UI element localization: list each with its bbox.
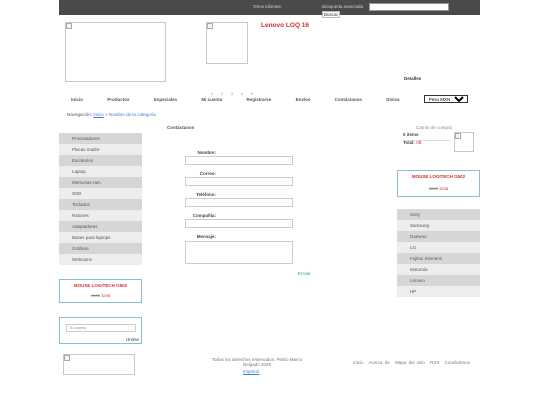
brand-item-daewoo[interactable]: Daewoo [397, 231, 480, 242]
sidebar-item-teclados[interactable]: Teclados [59, 199, 142, 210]
promo-new-price: 320$ [439, 186, 449, 191]
promo-new-price: 320$ [101, 293, 111, 298]
broken-image-icon [455, 133, 461, 139]
footer-link-acerca-de[interactable]: Acerca de [369, 360, 390, 365]
message-textarea[interactable] [185, 241, 293, 264]
footer-link-rss[interactable]: RSS [430, 360, 439, 365]
main-nav: Inicio Productos Especiales Mi cuenta Re… [59, 94, 480, 104]
brands-sidebar: Sony Samsung Daewoo LG Fujitsu Siemens M… [397, 209, 480, 297]
nav-item-inicio[interactable]: Inicio [71, 97, 83, 102]
sidebar-item-adaptadores[interactable]: Adaptadores [59, 221, 142, 232]
footer-link-mapa-sitio[interactable]: Mapa del sitio [395, 360, 425, 365]
company-field[interactable] [185, 219, 293, 228]
cart-image[interactable] [454, 132, 474, 152]
newsletter-join-button[interactable]: Unirse [126, 337, 139, 342]
promo-box-left[interactable]: MOUSE LOGITECH G502 450$ 320$ [59, 279, 142, 303]
name-field[interactable] [185, 156, 293, 165]
brand-item-hp[interactable]: HP [397, 286, 480, 297]
top-bar: Otros idiomas: Búsqueda avanzada Buscar [59, 0, 480, 18]
message-label: Mensaje: [196, 234, 216, 239]
company-label: Compañía: [192, 213, 216, 218]
cart-title: Carrito de compra [416, 125, 453, 130]
promo-old-price: 450$ [428, 186, 438, 191]
breadcrumb-label: Navegación: [67, 112, 93, 117]
brand-item-fujitsu-siemens[interactable]: Fujitsu Siemens [397, 253, 480, 264]
phone-label: Teléfono: [196, 192, 216, 197]
nav-item-especiales[interactable]: Especiales [154, 97, 177, 102]
broken-image-icon [207, 23, 213, 29]
sidebar-item-placas-madre[interactable]: Placas madre [59, 144, 142, 155]
footer-link-inicio[interactable]: Inicio [353, 360, 364, 365]
nav-item-envios[interactable]: Envíos [296, 97, 311, 102]
breadcrumb-current[interactable]: Nombre de la categoría [109, 112, 156, 117]
promo-title[interactable]: MOUSE LOGITECH G502 [398, 174, 479, 179]
brand-item-motorola[interactable]: Motorola [397, 264, 480, 275]
footer-copyright: Todos los derechos reservados. Pedro Mar… [211, 357, 303, 367]
category-sidebar: Procesadores Placas madre Escritorios La… [59, 133, 142, 265]
brand-item-sony[interactable]: Sony [397, 209, 480, 220]
sidebar-item-laptop[interactable]: Laptop [59, 166, 142, 177]
sidebar-item-memorias-ram[interactable]: Memorias ram [59, 177, 142, 188]
cart-total-label: Total: [403, 140, 415, 145]
advanced-search-link[interactable]: Búsqueda avanzada [322, 4, 363, 9]
search-input[interactable] [369, 3, 449, 11]
logo-image [65, 22, 166, 82]
sidebar-item-graficas[interactable]: Gráficas [59, 243, 142, 254]
breadcrumb-home-link[interactable]: Inicio [93, 112, 104, 117]
promo-prices: 450$ 320$ [60, 293, 141, 299]
nav-item-divisa[interactable]: Divisa [386, 97, 399, 102]
sidebar-item-ratones[interactable]: Ratones [59, 210, 142, 221]
newsletter-box: Tu correo Unirse [59, 317, 142, 344]
broken-image-icon [66, 23, 72, 29]
promo-title[interactable]: MOUSE LOGITECH G502 [60, 283, 141, 288]
email-field[interactable] [185, 177, 293, 186]
language-links[interactable]: Otros idiomas: [253, 4, 282, 9]
cart-total: Total: 0$ [403, 140, 421, 145]
broken-image-icon [64, 355, 70, 361]
name-label: Nombre: [197, 150, 216, 155]
sidebar-item-escritorios[interactable]: Escritorios [59, 155, 142, 166]
product-title: Lenovo LOQ 16 [261, 22, 310, 29]
contact-form-title: Contáctanos [167, 125, 195, 130]
product-image[interactable] [206, 22, 248, 64]
nav-item-mi-cuenta[interactable]: Mi cuenta [201, 97, 222, 102]
nav-item-registrarse[interactable]: Registrarse [246, 97, 271, 102]
footer-link-contactenos[interactable]: Contáctenos [445, 360, 470, 365]
breadcrumb-separator: » [105, 112, 108, 117]
nav-item-contactanos[interactable]: Contáctanos [335, 97, 362, 102]
brand-item-samsung[interactable]: Samsung [397, 220, 480, 231]
sidebar-item-webcams[interactable]: Webcams [59, 254, 142, 265]
nav-item-productos[interactable]: Productos [107, 97, 129, 102]
footer-print-button[interactable]: Imprimir [243, 369, 259, 374]
promo-prices: 450$ 320$ [398, 186, 479, 192]
cart-items-count: 0 items [403, 132, 419, 137]
sidebar-item-bases-laptops[interactable]: Bases para laptops [59, 232, 142, 243]
brand-item-lenovo[interactable]: Lenovo [397, 275, 480, 286]
cart-total-value: 0$ [416, 140, 422, 145]
sidebar-item-ssd[interactable]: SSD [59, 188, 142, 199]
currency-select[interactable]: Peso MXN [423, 95, 468, 103]
email-label: Correo: [199, 171, 216, 176]
breadcrumb: Navegación: Inicio » Nombre de la catego… [67, 112, 156, 117]
phone-field[interactable] [185, 198, 293, 207]
details-link[interactable]: Detalles [404, 76, 421, 81]
brand-item-lg[interactable]: LG [397, 242, 480, 253]
newsletter-email-input[interactable]: Tu correo [66, 324, 136, 332]
sidebar-item-procesadores[interactable]: Procesadores [59, 133, 142, 144]
promo-box-right[interactable]: MOUSE LOGITECH G502 450$ 320$ [397, 170, 480, 197]
send-button[interactable]: Enviar [298, 271, 311, 276]
footer-logo-image [63, 354, 135, 375]
search-button[interactable]: Buscar [322, 11, 341, 18]
footer-links: Inicio Acerca de Mapa del sitio RSS Cont… [353, 360, 473, 365]
promo-old-price: 450$ [90, 293, 100, 298]
